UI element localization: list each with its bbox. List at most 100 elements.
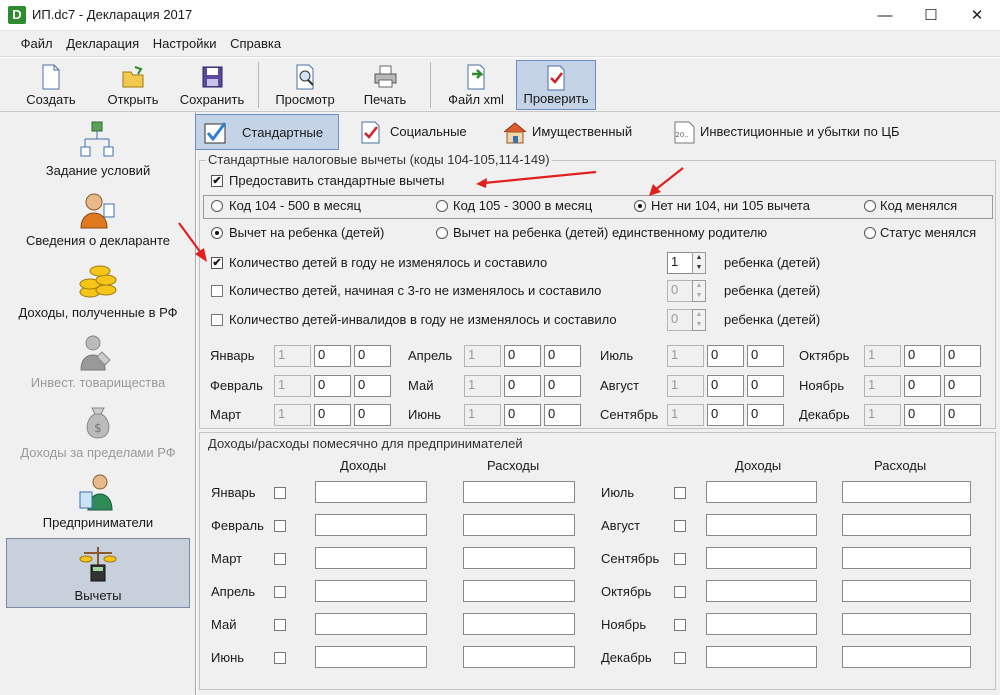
sidebar-item-income-abroad[interactable]: $ Доходы за пределами РФ [6, 398, 190, 464]
kids-unchanged-spinner[interactable]: ▲ ▼ [692, 252, 706, 274]
kids-third-checkbox[interactable] [211, 285, 223, 297]
month-value-input[interactable]: 0 [747, 375, 784, 397]
kids-third-input[interactable]: 0 [667, 280, 693, 302]
expense-input[interactable] [842, 547, 971, 569]
preview-button[interactable]: Просмотр [268, 60, 342, 110]
income-input[interactable] [706, 580, 817, 602]
month-checkbox[interactable] [274, 553, 286, 565]
single-parent-radio[interactable] [436, 227, 448, 239]
month-value-input[interactable]: 0 [944, 375, 981, 397]
kids-disabled-checkbox[interactable] [211, 314, 223, 326]
month-value-input[interactable]: 0 [504, 345, 541, 367]
income-input[interactable] [706, 481, 817, 503]
expense-input[interactable] [463, 481, 575, 503]
month-value-input[interactable]: 0 [904, 375, 941, 397]
month-checkbox[interactable] [274, 487, 286, 499]
tab-standard[interactable]: Стандартные [195, 114, 339, 150]
menu-file[interactable]: Файл [16, 31, 58, 57]
print-button[interactable]: Печать [354, 60, 416, 110]
minimize-button[interactable]: — [862, 0, 908, 31]
kids-disabled-input[interactable]: 0 [667, 309, 693, 331]
month-value-input[interactable]: 0 [904, 404, 941, 426]
sidebar-item-invest[interactable]: Инвест. товарищества [6, 328, 190, 394]
month-checkbox[interactable] [674, 619, 686, 631]
month-value-input[interactable]: 1 [274, 345, 311, 367]
status-changed-radio[interactable] [864, 227, 876, 239]
code-changed-radio[interactable] [864, 200, 876, 212]
kids-disabled-spinner[interactable]: ▲ ▼ [692, 309, 706, 331]
month-checkbox[interactable] [674, 652, 686, 664]
month-checkbox[interactable] [674, 553, 686, 565]
expense-input[interactable] [842, 514, 971, 536]
month-value-input[interactable]: 1 [667, 375, 704, 397]
month-checkbox[interactable] [274, 586, 286, 598]
provide-deductions-checkbox[interactable]: ✔ [211, 175, 223, 187]
income-input[interactable] [706, 547, 817, 569]
expense-input[interactable] [463, 613, 575, 635]
open-button[interactable]: Открыть [100, 60, 166, 110]
month-value-input[interactable]: 0 [354, 404, 391, 426]
month-value-input[interactable]: 1 [667, 345, 704, 367]
maximize-button[interactable]: ☐ [908, 0, 954, 31]
month-value-input[interactable]: 0 [314, 345, 351, 367]
kids-unchanged-checkbox[interactable]: ✔ [211, 257, 223, 269]
income-input[interactable] [315, 514, 427, 536]
menu-declaration[interactable]: Декларация [61, 31, 144, 57]
tab-property[interactable]: Имущественный [494, 114, 654, 150]
month-value-input[interactable]: 1 [864, 375, 901, 397]
spin-up-icon[interactable]: ▲ [693, 253, 705, 263]
spin-down-icon[interactable]: ▼ [693, 263, 705, 273]
month-value-input[interactable]: 1 [274, 404, 311, 426]
menu-help[interactable]: Справка [225, 31, 286, 57]
create-button[interactable]: Создать [18, 60, 84, 110]
kids-unchanged-input[interactable]: 1 [667, 252, 693, 274]
income-input[interactable] [315, 580, 427, 602]
month-value-input[interactable]: 1 [464, 375, 501, 397]
month-value-input[interactable]: 0 [354, 375, 391, 397]
expense-input[interactable] [463, 646, 575, 668]
expense-input[interactable] [463, 580, 575, 602]
month-value-input[interactable]: 0 [354, 345, 391, 367]
month-value-input[interactable]: 0 [904, 345, 941, 367]
month-checkbox[interactable] [274, 619, 286, 631]
month-value-input[interactable]: 0 [707, 375, 744, 397]
tab-social[interactable]: Социальные [350, 114, 490, 150]
code-105-radio[interactable] [436, 200, 448, 212]
check-button[interactable]: Проверить [516, 60, 596, 110]
month-checkbox[interactable] [674, 487, 686, 499]
expense-input[interactable] [463, 514, 575, 536]
expense-input[interactable] [842, 481, 971, 503]
month-value-input[interactable]: 1 [864, 345, 901, 367]
close-button[interactable]: ✕ [954, 0, 1000, 31]
expense-input[interactable] [842, 646, 971, 668]
income-input[interactable] [706, 646, 817, 668]
month-value-input[interactable]: 0 [747, 345, 784, 367]
sidebar-item-deductions[interactable]: Вычеты [6, 538, 190, 608]
month-value-input[interactable]: 1 [274, 375, 311, 397]
sidebar-item-conditions[interactable]: Задание условий [6, 116, 190, 182]
month-checkbox[interactable] [674, 586, 686, 598]
income-input[interactable] [315, 481, 427, 503]
spin-down-icon[interactable]: ▼ [693, 291, 705, 301]
month-value-input[interactable]: 0 [707, 345, 744, 367]
month-value-input[interactable]: 0 [544, 375, 581, 397]
month-checkbox[interactable] [274, 520, 286, 532]
month-value-input[interactable]: 0 [944, 345, 981, 367]
save-button[interactable]: Сохранить [176, 60, 248, 110]
code-104-radio[interactable] [211, 200, 223, 212]
expense-input[interactable] [463, 547, 575, 569]
month-value-input[interactable]: 0 [504, 375, 541, 397]
month-value-input[interactable]: 0 [944, 404, 981, 426]
income-input[interactable] [706, 514, 817, 536]
xml-file-button[interactable]: Файл xml [442, 60, 510, 110]
kids-third-spinner[interactable]: ▲ ▼ [692, 280, 706, 302]
month-checkbox[interactable] [674, 520, 686, 532]
sidebar-item-entrepreneurs[interactable]: Предприниматели [6, 468, 190, 534]
month-value-input[interactable]: 0 [707, 404, 744, 426]
month-value-input[interactable]: 0 [314, 404, 351, 426]
month-value-input[interactable]: 1 [864, 404, 901, 426]
spin-up-icon[interactable]: ▲ [693, 281, 705, 291]
no-104-105-radio[interactable] [634, 200, 646, 212]
expense-input[interactable] [842, 580, 971, 602]
month-value-input[interactable]: 0 [544, 345, 581, 367]
